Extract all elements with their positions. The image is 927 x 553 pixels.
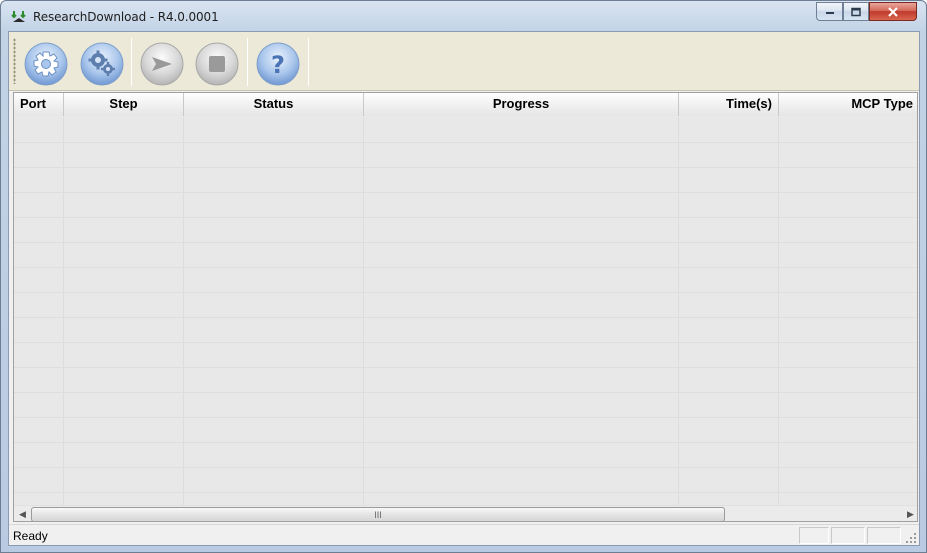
list-header: Port Step Status Progress Time(s) MCP Ty… bbox=[14, 93, 917, 116]
toolbar-separator bbox=[308, 38, 309, 86]
column-header-port[interactable]: Port bbox=[14, 93, 64, 116]
scroll-right-arrow-icon[interactable]: ▶ bbox=[902, 506, 917, 521]
row-gridline bbox=[14, 367, 917, 368]
status-pane bbox=[799, 527, 829, 544]
row-gridline bbox=[14, 192, 917, 193]
column-divider bbox=[778, 117, 779, 505]
status-bar: Ready bbox=[9, 524, 919, 545]
toolbar-separator bbox=[131, 38, 132, 86]
scroll-grip: III bbox=[374, 510, 382, 520]
toolbar-grip[interactable] bbox=[13, 38, 16, 84]
status-pane bbox=[867, 527, 901, 544]
app-icon bbox=[11, 11, 26, 22]
status-pane bbox=[831, 527, 865, 544]
column-divider bbox=[363, 117, 364, 505]
row-gridline bbox=[14, 467, 917, 468]
play-arrow-icon bbox=[140, 42, 184, 86]
scroll-thumb[interactable]: III bbox=[31, 507, 725, 521]
question-mark-icon: ? bbox=[256, 42, 300, 86]
column-divider bbox=[63, 117, 64, 505]
svg-text:?: ? bbox=[271, 51, 285, 79]
column-header-progress[interactable]: Progress bbox=[364, 93, 679, 116]
column-divider bbox=[183, 117, 184, 505]
minimize-button[interactable] bbox=[816, 2, 843, 21]
toolbar-separator bbox=[247, 38, 248, 86]
size-grip-icon[interactable] bbox=[905, 532, 917, 544]
row-gridline bbox=[14, 217, 917, 218]
row-gridline bbox=[14, 342, 917, 343]
load-packet-button[interactable] bbox=[24, 42, 68, 86]
window-title: ResearchDownload - R4.0.0001 bbox=[33, 10, 219, 24]
minimize-icon bbox=[825, 11, 834, 14]
help-button[interactable]: ? bbox=[256, 42, 300, 86]
column-header-mcp-type[interactable]: MCP Type bbox=[779, 93, 917, 116]
gear-icon bbox=[24, 42, 68, 86]
gears-icon bbox=[80, 42, 124, 86]
maximize-button[interactable] bbox=[843, 2, 869, 21]
list-body bbox=[14, 117, 917, 505]
row-gridline bbox=[14, 442, 917, 443]
row-gridline bbox=[14, 267, 917, 268]
app-window: ResearchDownload - R4.0.0001 ? Port Step… bbox=[0, 0, 927, 553]
row-gridline bbox=[14, 292, 917, 293]
row-gridline bbox=[14, 492, 917, 493]
row-gridline bbox=[14, 417, 917, 418]
scroll-left-arrow-icon[interactable]: ◀ bbox=[14, 506, 31, 521]
client-area: ? Port Step Status Progress Time(s) MCP … bbox=[8, 31, 920, 546]
settings-button[interactable] bbox=[80, 42, 124, 86]
stop-download-button[interactable] bbox=[195, 42, 239, 86]
port-list-view[interactable]: Port Step Status Progress Time(s) MCP Ty… bbox=[13, 92, 918, 522]
column-header-status[interactable]: Status bbox=[184, 93, 364, 116]
start-download-button[interactable] bbox=[140, 42, 184, 86]
title-bar[interactable]: ResearchDownload - R4.0.0001 bbox=[1, 1, 926, 31]
close-icon bbox=[888, 6, 898, 17]
column-divider bbox=[678, 117, 679, 505]
row-gridline bbox=[14, 242, 917, 243]
stop-square-icon bbox=[195, 42, 239, 86]
row-gridline bbox=[14, 392, 917, 393]
close-button[interactable] bbox=[869, 2, 917, 21]
toolbar: ? bbox=[9, 32, 919, 91]
row-gridline bbox=[14, 167, 917, 168]
column-header-time[interactable]: Time(s) bbox=[679, 93, 779, 116]
column-header-step[interactable]: Step bbox=[64, 93, 184, 116]
status-text: Ready bbox=[13, 529, 48, 543]
row-gridline bbox=[14, 142, 917, 143]
row-gridline bbox=[14, 317, 917, 318]
horizontal-scrollbar[interactable]: ◀ III ▶ bbox=[14, 505, 917, 521]
maximize-icon bbox=[851, 7, 861, 16]
